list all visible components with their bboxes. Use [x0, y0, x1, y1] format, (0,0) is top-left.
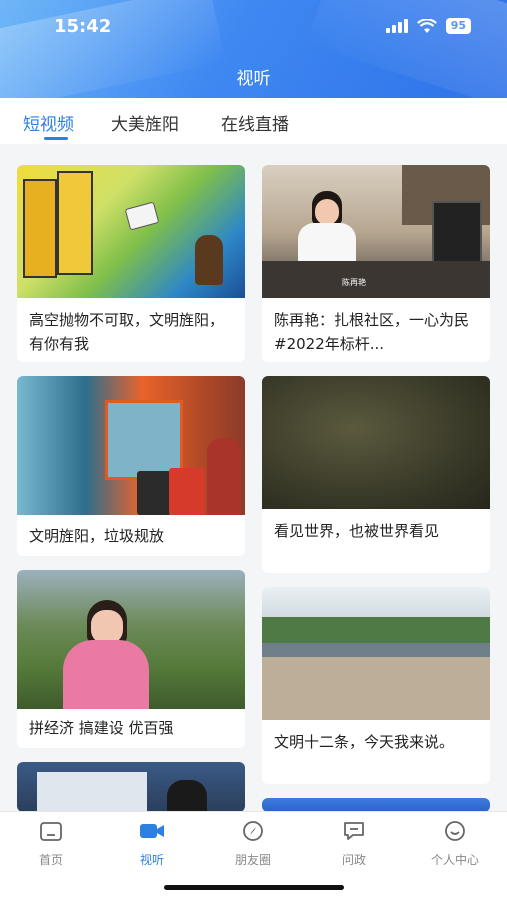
video-card[interactable] — [17, 762, 245, 812]
video-card[interactable]: 文明十二条，今天我来说。 — [262, 587, 490, 784]
video-title: 拼经济 搞建设 优百强 — [29, 719, 174, 737]
tab-short-video[interactable]: 短视频 — [23, 110, 74, 135]
video-title: 看见世界，也被世界看见 — [274, 522, 440, 540]
nav-video[interactable]: 视听 — [112, 820, 192, 868]
video-overlay-caption: 陈再艳 — [342, 278, 366, 287]
video-title: 文明旌阳，垃圾规放 — [29, 527, 165, 545]
status-icons: 95 — [385, 18, 471, 34]
nav-label: 首页 — [38, 853, 63, 867]
nav-friends[interactable]: 朋友圈 — [213, 820, 293, 868]
active-tab-indicator — [44, 137, 68, 140]
video-camera-icon — [140, 824, 164, 838]
nav-label: 问政 — [341, 853, 366, 867]
video-thumbnail — [17, 570, 245, 709]
nav-wenzheng[interactable]: 问政 — [314, 820, 394, 868]
video-thumbnail: 陈再艳 — [262, 165, 490, 298]
top-header: 15:42 95 视听 — [0, 0, 507, 98]
video-title: 陈再艳：扎根社区，一心为民 #2022年标杆... — [274, 311, 470, 353]
smiley-icon — [445, 821, 465, 841]
chat-icon — [344, 822, 364, 840]
video-thumbnail — [262, 587, 490, 720]
page-title: 视听 — [236, 69, 271, 89]
nav-label: 个人中心 — [430, 853, 479, 867]
status-time: 15:42 — [54, 16, 112, 37]
video-thumbnail — [262, 376, 490, 509]
battery-icon: 95 — [445, 18, 471, 34]
compass-icon — [243, 821, 263, 841]
video-title: 文明十二条，今天我来说。 — [274, 733, 455, 751]
nav-label: 朋友圈 — [234, 853, 271, 867]
video-card[interactable]: 陈再艳 陈再艳：扎根社区，一心为民 #2022年标杆... — [262, 165, 490, 362]
nav-profile[interactable]: 个人中心 — [415, 820, 495, 868]
video-card[interactable]: 文明旌阳，垃圾规放 — [17, 376, 245, 556]
video-thumbnail — [262, 798, 490, 812]
tab-dameijingyang[interactable]: 大美旌阳 — [111, 110, 179, 135]
video-card[interactable]: 看见世界，也被世界看见 — [262, 376, 490, 573]
video-card[interactable]: 拼经济 搞建设 优百强 — [17, 570, 245, 748]
nav-home[interactable]: 首页 — [11, 820, 91, 868]
nav-label: 视听 — [139, 853, 164, 867]
tab-live[interactable]: 在线直播 — [221, 110, 289, 135]
home-indicator[interactable] — [164, 885, 344, 890]
signal-icon — [385, 19, 408, 33]
video-thumbnail — [17, 376, 245, 515]
video-thumbnail — [17, 762, 245, 812]
tab-bar: 短视频 大美旌阳 在线直播 — [0, 98, 507, 144]
video-card[interactable]: 高空抛物不可取，文明旌阳，有你有我 — [17, 165, 245, 362]
wifi-icon — [416, 18, 437, 33]
video-title: 高空抛物不可取，文明旌阳，有你有我 — [29, 311, 225, 353]
home-icon — [40, 822, 62, 841]
video-card[interactable] — [262, 798, 490, 812]
video-thumbnail — [17, 165, 245, 298]
